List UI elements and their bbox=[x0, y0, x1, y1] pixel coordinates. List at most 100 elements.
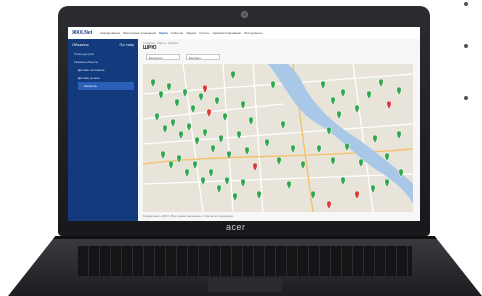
sidebar-item-control[interactable]: Контроль bbox=[78, 82, 134, 90]
map-pin[interactable] bbox=[370, 184, 376, 194]
map-pin[interactable] bbox=[186, 122, 192, 132]
map-pin[interactable] bbox=[174, 98, 180, 108]
map-pin[interactable] bbox=[214, 96, 220, 106]
map-pin[interactable] bbox=[198, 92, 204, 102]
map-pin[interactable] bbox=[190, 104, 196, 114]
map-pin-alert[interactable] bbox=[326, 200, 332, 210]
map-pin[interactable] bbox=[264, 138, 270, 148]
main-panel: Главная › Карта › Здание ШРЮ Выберите Вы… bbox=[138, 39, 420, 221]
map-pin[interactable] bbox=[150, 78, 156, 88]
top-nav: Сканирование Мониторинг оснащения Карта … bbox=[100, 31, 263, 35]
map-pin[interactable] bbox=[344, 142, 350, 152]
map-pin[interactable] bbox=[336, 110, 342, 120]
map-pin[interactable] bbox=[162, 124, 168, 134]
map-pin[interactable] bbox=[194, 136, 200, 146]
map-pin[interactable] bbox=[230, 70, 236, 80]
map-pin-alert[interactable] bbox=[252, 162, 258, 172]
nav-item-events[interactable]: События bbox=[171, 31, 183, 35]
nav-item-tasks[interactable]: Задачи bbox=[186, 31, 196, 35]
map-pin[interactable] bbox=[232, 192, 238, 202]
app-logo[interactable]: ЖКХ.Net bbox=[68, 30, 96, 36]
map-pin[interactable] bbox=[354, 104, 360, 114]
map-pin[interactable] bbox=[216, 184, 222, 194]
nav-item-reports[interactable]: Отчеты bbox=[199, 31, 209, 35]
map-pin[interactable] bbox=[240, 178, 246, 188]
map-pin[interactable] bbox=[158, 90, 164, 100]
filter-select-2[interactable]: Выбрать bbox=[186, 54, 220, 60]
map-pin[interactable] bbox=[176, 154, 182, 164]
bullet-1 bbox=[464, 2, 468, 6]
map-pin[interactable] bbox=[248, 116, 254, 126]
map-pin[interactable] bbox=[330, 156, 336, 166]
filter-select-1[interactable]: Выберите bbox=[146, 54, 180, 60]
sidebar: Объекты По типу Точки доступа Газовые об… bbox=[68, 39, 138, 221]
map-pin-alert[interactable] bbox=[354, 190, 360, 200]
nav-item-admin[interactable]: Администрирование bbox=[212, 31, 241, 35]
sidebar-header: Объекты По типу bbox=[68, 39, 138, 50]
map-pin[interactable] bbox=[236, 130, 242, 140]
map-pin[interactable] bbox=[300, 160, 306, 170]
page-footer: Гидравлика • 2024 • Все права защищены •… bbox=[143, 214, 234, 218]
map-pin[interactable] bbox=[358, 158, 364, 168]
sidebar-item-level-sensors[interactable]: Датчики уровня bbox=[68, 74, 138, 82]
map-pin[interactable] bbox=[372, 134, 378, 144]
laptop-brand-logo: acer bbox=[226, 222, 246, 232]
nav-item-map[interactable]: Карта bbox=[159, 31, 167, 35]
map-pin[interactable] bbox=[200, 176, 206, 186]
map-pin[interactable] bbox=[208, 168, 214, 178]
map-pin[interactable] bbox=[384, 178, 390, 188]
laptop-touchpad bbox=[208, 278, 282, 292]
map-pin[interactable] bbox=[202, 128, 208, 138]
laptop-base bbox=[8, 236, 482, 296]
map-pin-alert[interactable] bbox=[386, 100, 392, 110]
map-pin-alert[interactable] bbox=[202, 84, 208, 94]
sidebar-item-access-points[interactable]: Точки доступа bbox=[68, 50, 138, 58]
map-pin[interactable] bbox=[218, 134, 224, 144]
map-pin[interactable] bbox=[384, 152, 390, 162]
map-pins bbox=[150, 70, 404, 210]
map-pin[interactable] bbox=[154, 112, 160, 122]
map-pin[interactable] bbox=[184, 168, 190, 178]
laptop-lid: ЖКХ.Net Сканирование Мониторинг оснащени… bbox=[58, 6, 430, 236]
nav-item-monitoring[interactable]: Мониторинг оснащения bbox=[123, 31, 156, 35]
map-pin[interactable] bbox=[340, 88, 346, 98]
map-pin[interactable] bbox=[182, 88, 188, 98]
map-pin[interactable] bbox=[160, 150, 166, 160]
map-pin[interactable] bbox=[280, 120, 286, 130]
map-pin[interactable] bbox=[276, 156, 282, 166]
map-pin[interactable] bbox=[326, 126, 332, 136]
map-pin[interactable] bbox=[366, 90, 372, 100]
map-pin[interactable] bbox=[316, 144, 322, 154]
map-pin-alert[interactable] bbox=[206, 108, 212, 118]
map-pin[interactable] bbox=[290, 144, 296, 154]
map-pin[interactable] bbox=[168, 160, 174, 170]
map-pin[interactable] bbox=[210, 144, 216, 154]
laptop-keyboard bbox=[78, 246, 412, 276]
sidebar-item-state-sensors[interactable]: Датчики состояния bbox=[68, 66, 138, 74]
map-pin[interactable] bbox=[378, 78, 384, 88]
laptop-screen: ЖКХ.Net Сканирование Мониторинг оснащени… bbox=[68, 27, 420, 221]
nav-item-tools[interactable]: Инструменты bbox=[244, 31, 263, 35]
page-title: ШРЮ bbox=[143, 45, 157, 51]
map-pin[interactable] bbox=[224, 176, 230, 186]
webcam-icon bbox=[241, 11, 248, 18]
map-pin[interactable] bbox=[170, 118, 176, 128]
map-pin[interactable] bbox=[396, 130, 402, 140]
map-pin[interactable] bbox=[256, 190, 262, 200]
map-canvas bbox=[143, 64, 413, 212]
map-pin[interactable] bbox=[340, 176, 346, 186]
filter-row: Выберите Выбрать bbox=[146, 54, 220, 60]
map-pin[interactable] bbox=[270, 80, 276, 90]
map-pin[interactable] bbox=[244, 146, 250, 156]
sidebar-filter[interactable]: По типу bbox=[120, 42, 134, 47]
map-pin[interactable] bbox=[286, 180, 292, 190]
sidebar-item-gas-objects[interactable]: Газовые объекты bbox=[68, 58, 138, 66]
map-pin[interactable] bbox=[320, 80, 326, 90]
map-view[interactable] bbox=[143, 64, 413, 212]
map-pin[interactable] bbox=[178, 130, 184, 140]
nav-item-scan[interactable]: Сканирование bbox=[100, 31, 120, 35]
map-pin[interactable] bbox=[396, 86, 402, 96]
map-pin[interactable] bbox=[330, 96, 336, 106]
map-pin[interactable] bbox=[166, 82, 172, 92]
laptop-hinge bbox=[48, 236, 442, 239]
